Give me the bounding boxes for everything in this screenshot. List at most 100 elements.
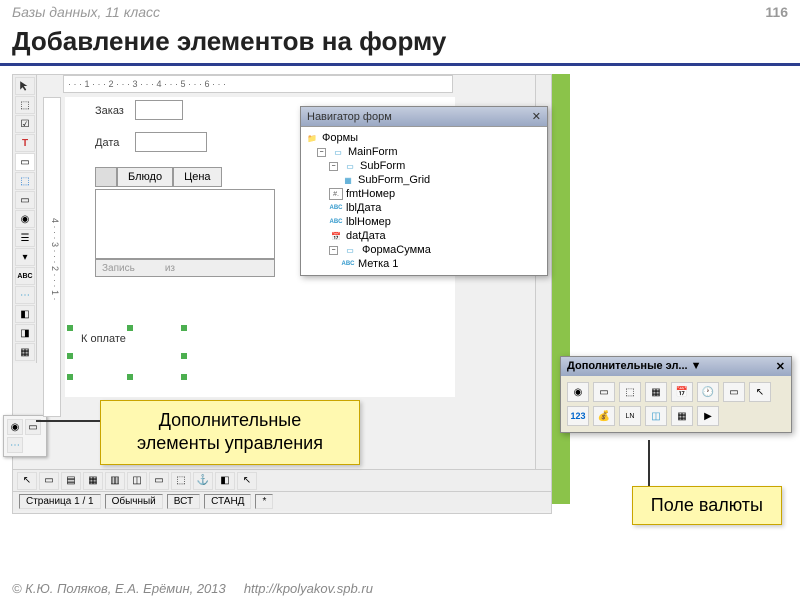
close-icon[interactable]: ✕ [532, 110, 541, 123]
form-icon: ▭ [331, 146, 345, 158]
tree-mainform[interactable]: − ▭ MainForm [305, 145, 543, 159]
extra-btn-2[interactable]: ▭ [593, 382, 615, 402]
text-tool[interactable]: T [15, 134, 35, 152]
checkbox-tool[interactable]: ☑ [15, 115, 35, 133]
bt-10[interactable]: ↖ [237, 472, 257, 490]
extra-btn-10[interactable]: ◫ [645, 406, 667, 426]
extra-tool-2[interactable]: ◨ [15, 324, 35, 342]
extra-btn-coins[interactable]: 💰 [593, 406, 615, 426]
subject-label: Базы данных, 11 класс [12, 4, 160, 20]
bt-7[interactable]: ⬚ [171, 472, 191, 490]
bt-6[interactable]: ▭ [149, 472, 169, 490]
horizontal-ruler: · · · 1 · · · 2 · · · 3 · · · 4 · · · 5 … [63, 75, 453, 93]
callout-currency: Поле валюты [632, 486, 782, 525]
list-tool[interactable]: ☰ [15, 229, 35, 247]
tree-datdate[interactable]: 📅 datДата [305, 229, 543, 243]
abc-icon: ABC [329, 216, 343, 228]
field-date[interactable] [135, 132, 207, 152]
currency-field-button[interactable]: 123 [567, 406, 589, 426]
tree-fmt[interactable]: #. fmtНомер [305, 187, 543, 201]
bt-3[interactable]: ▦ [83, 472, 103, 490]
close-icon[interactable]: ✕ [776, 360, 785, 373]
extra-btn-6[interactable]: 🕐 [697, 382, 719, 402]
float-dots[interactable]: ⋯ [7, 437, 23, 453]
bt-4[interactable]: ▥ [105, 472, 125, 490]
tree-root[interactable]: 📁 Формы [305, 131, 543, 145]
extra-btn-1[interactable]: ◉ [567, 382, 589, 402]
tree-formsum[interactable]: − ▭ ФормаСумма [305, 243, 543, 257]
extra-tool-3[interactable]: ▦ [15, 343, 35, 361]
form-icon: ▭ [343, 160, 357, 172]
rec-label: Запись [102, 263, 135, 274]
abc-icon: ABC [341, 258, 355, 270]
status-bar: Страница 1 / 1 Обычный ВСТ СТАНД * [13, 491, 551, 511]
radio-tool[interactable]: ◉ [15, 210, 35, 228]
collapse-icon[interactable]: − [329, 246, 338, 255]
control-tool-1[interactable]: ⬚ [15, 96, 35, 114]
collapse-icon[interactable]: − [317, 148, 326, 157]
label-pay: К оплате [81, 333, 126, 345]
col-dish[interactable]: Блюдо [117, 167, 173, 187]
extra-btn-5[interactable]: 📅 [671, 382, 693, 402]
bt-anchor[interactable]: ⚓ [193, 472, 213, 490]
grid-icon: ▦ [341, 174, 355, 186]
tree-lbldate[interactable]: ABC lblДата [305, 201, 543, 215]
col-price[interactable]: Цена [173, 167, 221, 187]
extra-btn-12[interactable]: ▶ [697, 406, 719, 426]
bt-pointer[interactable]: ↖ [17, 472, 37, 490]
table-header: Блюдо Цена [95, 167, 222, 187]
selected-control[interactable]: К оплате [67, 325, 187, 380]
bt-9[interactable]: ◧ [215, 472, 235, 490]
extra-btn-7[interactable]: ▭ [723, 382, 745, 402]
abc-icon: ABC [329, 202, 343, 214]
float-radio[interactable]: ◉ [7, 419, 23, 435]
pointer-tool[interactable] [15, 77, 35, 95]
bt-1[interactable]: ▭ [39, 472, 59, 490]
status-page: Страница 1 / 1 [19, 494, 101, 509]
status-std: СТАНД [204, 494, 251, 509]
status-ins: ВСТ [167, 494, 200, 509]
extra-btn-11[interactable]: ▦ [671, 406, 693, 426]
extra-tool-1[interactable]: ◧ [15, 305, 35, 323]
label-tool[interactable]: ABC [15, 267, 35, 285]
button-tool[interactable]: ▭ [15, 191, 35, 209]
callout-extra-controls: Дополнительные элементы управления [100, 400, 360, 465]
extra-btn-4[interactable]: ▦ [645, 382, 667, 402]
field-order[interactable] [135, 100, 183, 120]
tree-subform[interactable]: − ▭ SubForm [305, 159, 543, 173]
record-navigator[interactable]: Запись из [95, 259, 275, 277]
tree-lblnum[interactable]: ABC lblНомер [305, 215, 543, 229]
collapse-icon[interactable]: − [329, 162, 338, 171]
tree-grid[interactable]: ▦ SubForm_Grid [305, 173, 543, 187]
status-mode: Обычный [105, 494, 163, 509]
callout-connector-1 [36, 420, 100, 422]
page-number: 116 [765, 4, 788, 20]
form-navigator[interactable]: Навигатор форм ✕ 📁 Формы − ▭ MainForm − … [300, 106, 548, 276]
vertical-toolbar: ⬚ ☑ T ▭ ⬚ ▭ ◉ ☰ ▾ ABC ⋯ ◧ ◨ ▦ [13, 75, 37, 363]
bt-2[interactable]: ▤ [61, 472, 81, 490]
format-tool[interactable]: ⬚ [15, 172, 35, 190]
fmt-icon: #. [329, 188, 343, 200]
status-star: * [255, 494, 273, 509]
extra-controls-panel[interactable]: Дополнительные эл... ▼ ✕ ◉ ▭ ⬚ ▦ 📅 🕐 ▭ ↖… [560, 356, 792, 433]
vertical-ruler: 4 · · · 3 · · · 2 · · · 1 · [43, 97, 61, 417]
combo-tool[interactable]: ▾ [15, 248, 35, 266]
extra-btn-ln[interactable]: LN [619, 406, 641, 426]
navigator-titlebar[interactable]: Навигатор форм ✕ [301, 107, 547, 127]
extra-btn-ptr[interactable]: ↖ [749, 382, 771, 402]
more-tool[interactable]: ⋯ [15, 286, 35, 304]
bt-5[interactable]: ◫ [127, 472, 147, 490]
date-icon: 📅 [329, 230, 343, 242]
extra-titlebar[interactable]: Дополнительные эл... ▼ ✕ [561, 357, 791, 376]
table-body[interactable] [95, 189, 275, 259]
bottom-toolbar: ↖ ▭ ▤ ▦ ▥ ◫ ▭ ⬚ ⚓ ◧ ↖ [13, 469, 551, 491]
rec-of: из [165, 263, 175, 274]
label-date: Дата [95, 137, 119, 149]
page-title: Добавление элементов на форму [12, 26, 788, 57]
footer-url[interactable]: http://kpolyakov.spb.ru [244, 581, 373, 596]
edit-tool[interactable]: ▭ [15, 153, 35, 171]
callout-connector-2 [648, 440, 650, 486]
tree-label1[interactable]: ABC Метка 1 [305, 257, 543, 271]
extra-title-text: Дополнительные эл... ▼ [567, 360, 702, 373]
extra-btn-3[interactable]: ⬚ [619, 382, 641, 402]
